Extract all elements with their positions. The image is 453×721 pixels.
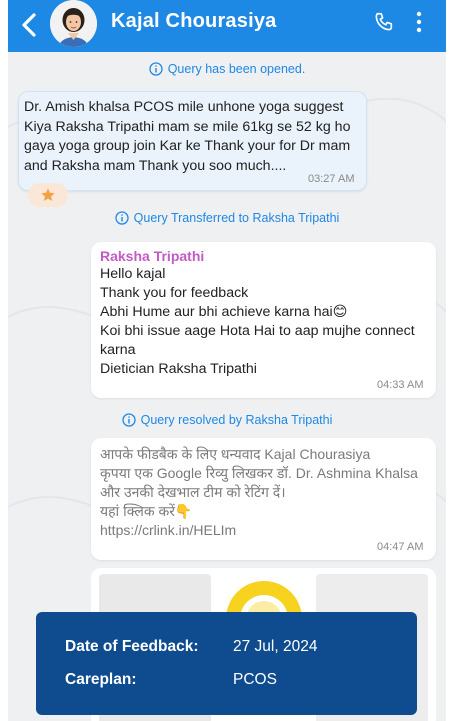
message-line: Dr. Amish khalsa PCOS mile unhone yoga s… — [24, 99, 344, 115]
system-note-transferred: Query Transferred to Raksha Tripathi — [8, 211, 446, 225]
more-options-icon[interactable] — [414, 9, 424, 35]
message-line: और उनकी देखभाल टीम को रेटिंग दें। — [100, 484, 286, 500]
message-time: 04:47 AM — [377, 541, 424, 553]
message-time: 04:33 AM — [377, 379, 424, 391]
message-line: Hello kajal — [100, 266, 166, 282]
system-note-opened: Query has been opened. — [8, 62, 446, 76]
phone-icon[interactable] — [373, 11, 395, 33]
chat-screen: Kajal Chourasiya Query has been opened. … — [8, 0, 446, 721]
message-time: 03:27 AM — [308, 173, 355, 185]
feedback-card: Date of Feedback: 27 Jul, 2024 Careplan:… — [36, 612, 417, 715]
date-of-feedback-label: Date of Feedback: — [65, 638, 199, 655]
system-note-resolved: Query resolved by Raksha Tripathi — [8, 413, 446, 427]
avatar[interactable] — [50, 0, 97, 47]
review-link[interactable]: https://crlink.in/HELIm — [100, 521, 430, 540]
message-line: कृपया एक Google रिव्यु लिखकर डॉ. Dr. Ash… — [100, 465, 418, 481]
system-note-text: Query resolved by Raksha Tripathi — [140, 413, 333, 427]
reply-message-bubble[interactable]: Raksha Tripathi Hello kajal Thank you fo… — [91, 242, 436, 398]
message-line: gaya yoga group join Kar ke Thank your f… — [24, 138, 351, 154]
info-icon — [149, 62, 163, 76]
info-icon — [121, 413, 136, 427]
star-icon — [41, 188, 55, 201]
message-line: Thank you for feedback — [100, 285, 249, 301]
message-line: Kiya Raksha Tripathi mam se mile 61kg se… — [24, 118, 351, 135]
message-line: यहां क्लिक करें👇 — [100, 503, 193, 519]
chat-header: Kajal Chourasiya — [8, 0, 446, 52]
message-line: आपके फीडबैक के लिए धन्यवाद Kajal Chouras… — [100, 446, 371, 462]
careplan-value: PCOS — [233, 671, 277, 688]
message-line: karna — [100, 342, 136, 358]
careplan-label: Careplan: — [65, 671, 137, 688]
auto-message-text: आपके फीडबैक के लिए धन्यवाद Kajal Chouras… — [100, 445, 430, 540]
message-line: Abhi Hume aur bhi achieve karna hai😊 — [100, 304, 348, 320]
system-note-text: Query has been opened. — [167, 62, 306, 76]
incoming-message-text: Dr. Amish khalsa PCOS mile unhone yoga s… — [24, 98, 362, 176]
info-icon — [115, 211, 129, 225]
back-arrow-icon[interactable] — [18, 11, 42, 39]
auto-message-bubble[interactable]: आपके फीडबैक के लिए धन्यवाद Kajal Chouras… — [91, 438, 436, 560]
incoming-message-bubble[interactable]: Dr. Amish khalsa PCOS mile unhone yoga s… — [18, 91, 367, 191]
system-note-text: Query Transferred to Raksha Tripathi — [133, 211, 340, 225]
contact-name[interactable]: Kajal Chourasiya — [111, 10, 277, 33]
reply-message-text: Hello kajal Thank you for feedback Abhi … — [100, 265, 432, 379]
date-of-feedback-value: 27 Jul, 2024 — [233, 638, 318, 655]
message-line: Koi bhi issue aage Hota Hai to aap mujhe… — [100, 323, 415, 339]
reaction-badge[interactable] — [28, 183, 68, 207]
message-line: Dietician Raksha Tripathi — [100, 361, 257, 377]
sender-name: Raksha Tripathi — [100, 248, 205, 264]
